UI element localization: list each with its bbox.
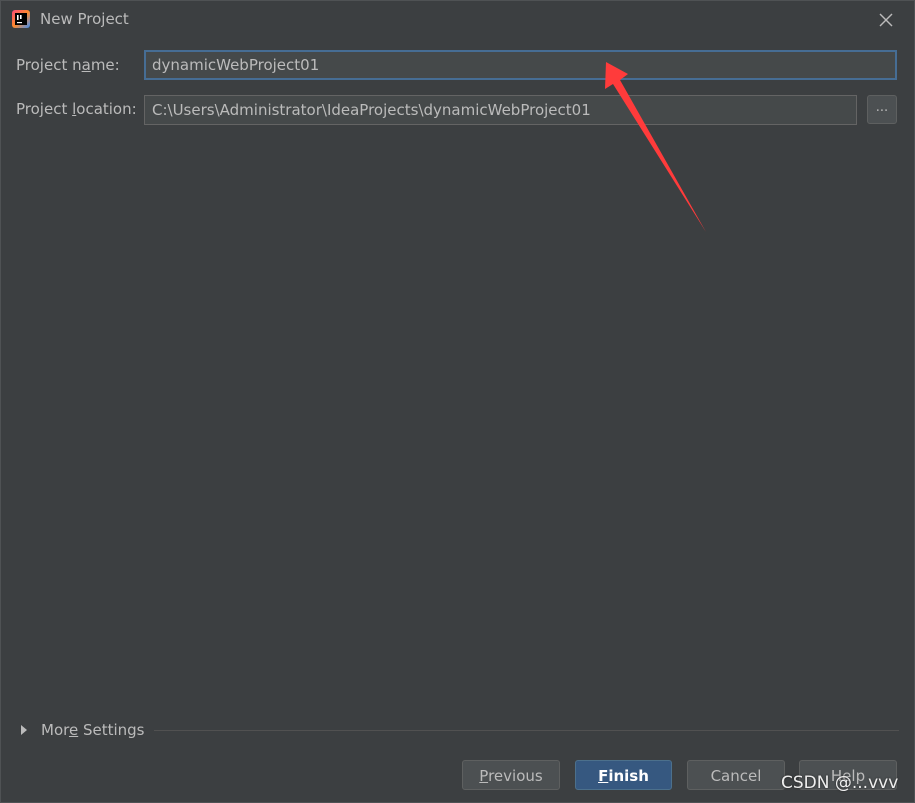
finish-button[interactable]: Finish xyxy=(575,760,672,790)
close-icon xyxy=(879,13,893,27)
more-settings-separator xyxy=(154,730,899,731)
project-name-label-mnemonic: a xyxy=(81,56,91,74)
project-name-label-pre: Project n xyxy=(16,56,82,74)
more-settings-label-mnemonic: e xyxy=(68,721,79,739)
title-bar: New Project xyxy=(1,1,914,39)
more-settings-label-pre: Mor xyxy=(41,721,69,739)
finish-button-mnemonic: F xyxy=(598,767,609,785)
more-settings-toggle[interactable]: More Settings xyxy=(21,719,145,741)
cancel-button[interactable]: Cancel xyxy=(687,760,785,790)
previous-button[interactable]: Previous xyxy=(462,760,560,790)
intellij-idea-icon xyxy=(12,10,30,28)
close-button[interactable] xyxy=(871,6,901,34)
project-name-label: Project name: xyxy=(16,56,120,74)
watermark: CSDN @...vvv xyxy=(781,773,899,793)
project-location-label: Project location: xyxy=(16,100,137,118)
more-settings-label: More Settings xyxy=(41,721,145,739)
window-title: New Project xyxy=(40,10,129,28)
project-location-input[interactable]: C:\Users\Administrator\IdeaProjects\dyna… xyxy=(144,95,857,125)
project-location-label-post: ocation: xyxy=(76,100,137,118)
previous-button-rest: revious xyxy=(488,767,543,785)
previous-button-mnemonic: P xyxy=(479,767,489,785)
project-name-label-post: me: xyxy=(90,56,120,74)
project-name-input[interactable]: dynamicWebProject01 xyxy=(144,50,897,80)
new-project-dialog: New Project Project name: dynamicWebProj… xyxy=(0,0,915,803)
project-location-label-pre: Project xyxy=(16,100,73,118)
finish-button-rest: inish xyxy=(608,767,649,785)
more-settings-label-post: Settings xyxy=(78,721,145,739)
triangle-right-icon xyxy=(21,725,27,735)
browse-button[interactable]: ... xyxy=(867,95,897,124)
